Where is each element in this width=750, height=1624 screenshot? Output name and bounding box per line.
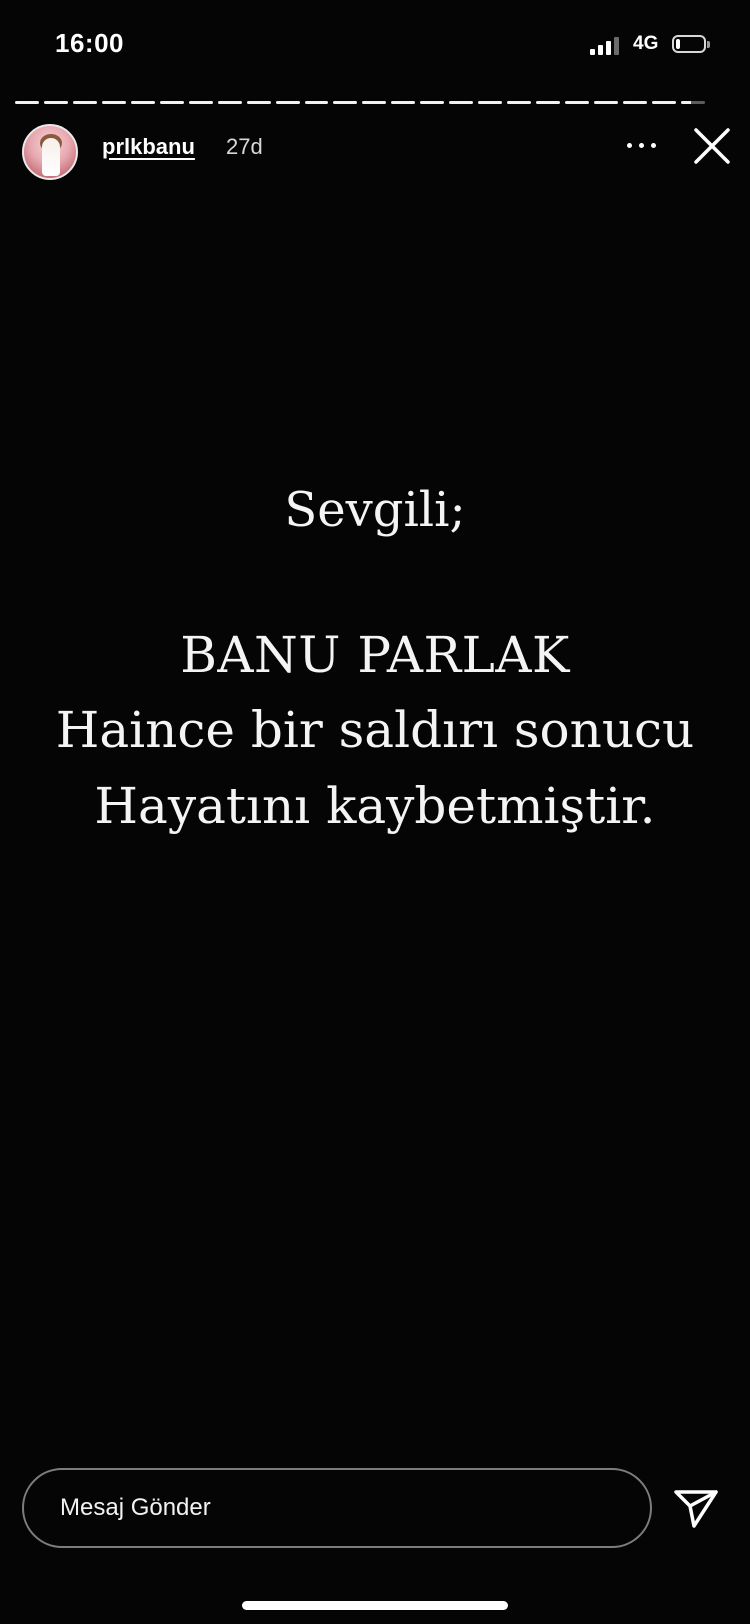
story-segment-fill (101, 101, 126, 104)
more-icon (627, 143, 657, 149)
story-segment (565, 101, 590, 104)
story-line-two: Haince bir saldırı sonucu (55, 701, 695, 759)
story-segment-fill (188, 101, 213, 104)
story-segment-fill (217, 101, 242, 104)
close-button[interactable] (690, 124, 734, 168)
story-segment-fill (304, 101, 329, 104)
more-options-button[interactable] (624, 130, 660, 160)
story-segment-fill (680, 101, 691, 104)
story-segment-fill (565, 101, 590, 104)
story-segment (130, 101, 155, 104)
story-segment-fill (478, 101, 503, 104)
story-segment (507, 101, 532, 104)
battery-icon (672, 35, 710, 55)
story-segment (275, 101, 300, 104)
story-segment (188, 101, 213, 104)
story-segment-fill (43, 101, 68, 104)
status-bar: 16:00 4G (0, 0, 750, 90)
close-icon (694, 128, 730, 164)
story-segment (72, 101, 97, 104)
story-segment-fill (594, 101, 619, 104)
story-segment (420, 101, 445, 104)
story-progress-bar (15, 101, 705, 105)
story-segment (536, 101, 561, 104)
story-segment-fill (391, 101, 416, 104)
story-segment (623, 101, 647, 104)
story-segment-fill (246, 101, 271, 104)
story-segment-fill (130, 101, 155, 104)
story-name: BANU PARLAK (180, 626, 570, 684)
story-segment-fill (651, 101, 676, 104)
story-header: prlkbanu 27d (0, 118, 750, 182)
story-segment-fill (536, 101, 561, 104)
story-segment-fill (15, 101, 39, 104)
story-segment (680, 101, 705, 104)
story-segment (651, 101, 676, 104)
story-segment (449, 101, 474, 104)
send-icon (674, 1490, 718, 1528)
story-segment (333, 101, 358, 104)
story-segment-fill (72, 101, 97, 104)
post-age: 27d (226, 134, 263, 159)
battery-nub (707, 41, 710, 48)
story-segment (594, 101, 619, 104)
reply-bar (22, 1468, 652, 1548)
send-button[interactable] (670, 1484, 722, 1532)
story-segment-fill (420, 101, 445, 104)
story-segment (391, 101, 416, 104)
story-segment (304, 101, 329, 104)
story-screen: 16:00 4G prlkbanu 27d Sevgili; BANU PARL… (0, 0, 750, 1624)
home-indicator[interactable] (242, 1601, 508, 1610)
story-segment (478, 101, 503, 104)
story-segment-fill (449, 101, 474, 104)
story-segment-fill (623, 101, 647, 104)
message-input[interactable] (60, 1484, 620, 1532)
story-segment (217, 101, 242, 104)
signal-bar (590, 49, 595, 55)
story-greeting: Sevgili; (284, 482, 466, 538)
story-segment (15, 101, 39, 104)
story-segment-fill (362, 101, 387, 104)
story-segment-fill (275, 101, 300, 104)
signal-bar (606, 41, 611, 55)
signal-icon (590, 35, 624, 55)
story-segment (159, 101, 184, 104)
story-segment (246, 101, 271, 104)
avatar-figure (42, 138, 60, 176)
story-segment-fill (333, 101, 358, 104)
status-time: 16:00 (55, 28, 124, 58)
story-line-three: Hayatını kaybetmiştir. (94, 777, 656, 835)
signal-bar (614, 37, 619, 55)
story-segment (101, 101, 126, 104)
story-segment (362, 101, 387, 104)
story-segment (43, 101, 68, 104)
signal-bar (598, 45, 603, 55)
avatar[interactable] (22, 124, 78, 180)
story-segment-fill (159, 101, 184, 104)
username-link[interactable]: prlkbanu (102, 134, 195, 160)
battery-level (676, 39, 680, 49)
network-label: 4G (633, 33, 659, 54)
story-segment-fill (507, 101, 532, 104)
